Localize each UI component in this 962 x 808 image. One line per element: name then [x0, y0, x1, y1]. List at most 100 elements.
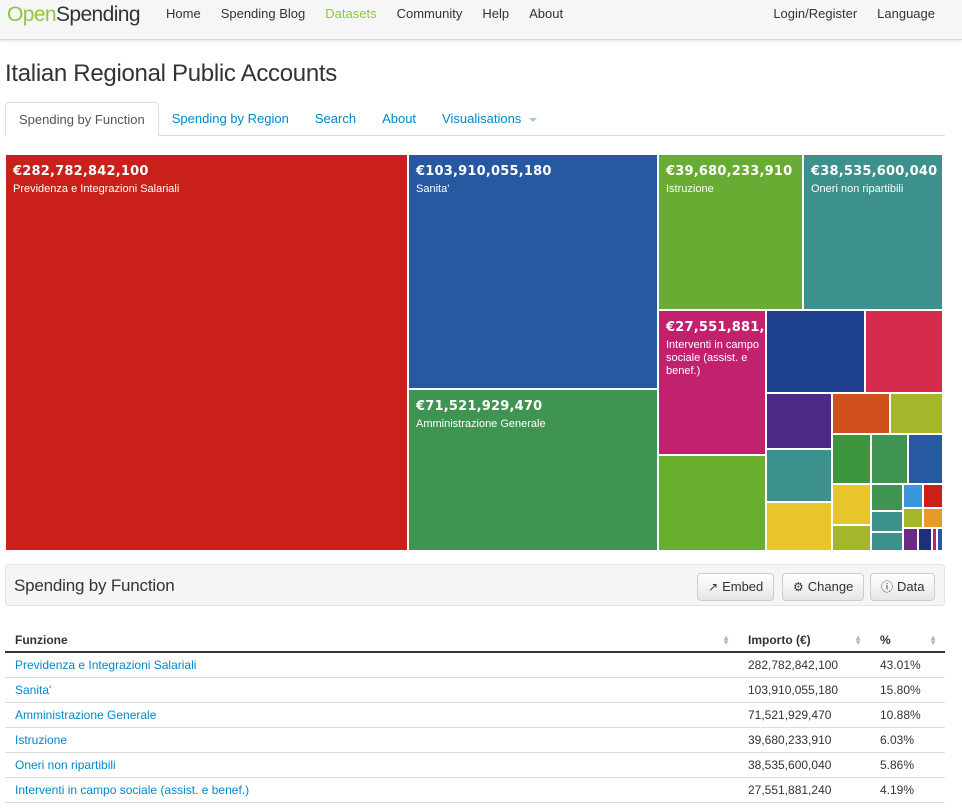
col-header-funzione-label: Funzione	[15, 632, 68, 647]
treemap-cell[interactable]: €103,910,055,180 Sanita'	[408, 154, 658, 389]
nav-links: Home Spending Blog Datasets Community He…	[156, 0, 573, 40]
treemap-cell[interactable]	[658, 455, 766, 551]
treemap-cell[interactable]: €27,551,881,240 Interventi in campo socia…	[658, 310, 766, 455]
funzione-link[interactable]: Istruzione	[15, 733, 67, 747]
treemap-cell[interactable]	[766, 502, 832, 551]
col-header-percent[interactable]: % ▲ ▼	[870, 628, 945, 653]
embed-button-label: Embed	[722, 579, 764, 594]
tab-about[interactable]: About	[369, 102, 429, 135]
spending-table: Funzione ▲ ▼ Importo (€) ▲ ▼ % ▲ ▼ Previdenza …	[5, 628, 945, 803]
tab-spending-by-region[interactable]: Spending by Region	[159, 102, 302, 135]
treemap-cell-amount: €39,680,233,910	[666, 164, 793, 179]
treemap-cell[interactable]: €38,535,600,040 Oneri non ripartibili	[803, 154, 943, 310]
treemap-cell[interactable]	[923, 508, 943, 528]
treemap-cell[interactable]	[766, 310, 865, 393]
col-header-importo[interactable]: Importo (€) ▲ ▼	[738, 628, 870, 653]
openspending-logo[interactable]: OpenSpending	[7, 3, 141, 27]
treemap-cell[interactable]	[937, 528, 943, 551]
funzione-link[interactable]: Amministrazione Generale	[15, 708, 156, 722]
tab-spending-by-function[interactable]: Spending by Function	[5, 102, 159, 137]
treemap-cell-label: Istruzione	[666, 183, 714, 195]
brand-open: Open	[7, 3, 57, 26]
treemap-cell-label: Oneri non ripartibili	[811, 183, 904, 195]
brand-spending: Spending	[55, 3, 141, 26]
treemap-cell[interactable]	[766, 393, 832, 449]
table-header-row: Funzione ▲ ▼ Importo (€) ▲ ▼ % ▲ ▼	[5, 628, 945, 653]
importo-cell: 103,910,055,180	[738, 677, 870, 703]
nav-spending-blog[interactable]: Spending Blog	[211, 0, 316, 40]
nav-community[interactable]: Community	[387, 0, 473, 40]
treemap-cell[interactable]	[832, 434, 871, 484]
embed-button[interactable]: ↗ Embed	[697, 573, 775, 601]
funzione-cell: Previdenza e Integrazioni Salariali	[5, 652, 738, 678]
percent-cell: 4.19%	[870, 777, 945, 803]
treemap-cell[interactable]	[871, 532, 903, 551]
col-header-importo-label: Importo (€)	[748, 632, 811, 647]
data-button-label: Data	[897, 579, 925, 594]
col-header-funzione[interactable]: Funzione ▲ ▼	[5, 628, 738, 653]
treemap-cell[interactable]	[890, 393, 943, 434]
funzione-link[interactable]: Oneri non ripartibili	[15, 758, 116, 772]
table-row: Istruzione 39,680,233,910 6.03%	[5, 727, 945, 753]
nav-help[interactable]: Help	[472, 0, 519, 40]
funzione-cell: Sanita'	[5, 677, 738, 703]
treemap-cell[interactable]: €39,680,233,910 Istruzione	[658, 154, 803, 310]
treemap-cell[interactable]	[918, 528, 932, 551]
nav-home[interactable]: Home	[156, 0, 211, 40]
table-row: Previdenza e Integrazioni Salariali 282,…	[5, 652, 945, 678]
treemap-cell[interactable]	[832, 393, 890, 434]
tab-visualisations-label: Visualisations	[442, 111, 522, 126]
treemap-cell[interactable]: €71,521,929,470 Amministrazione Generale	[408, 389, 658, 551]
sort-icon: ▲ ▼	[929, 633, 937, 647]
info-icon: ⓘ	[881, 580, 894, 594]
treemap-cell[interactable]	[832, 484, 871, 525]
table-row: Oneri non ripartibili 38,535,600,040 5.8…	[5, 752, 945, 778]
table-row: Sanita' 103,910,055,180 15.80%	[5, 677, 945, 703]
data-button[interactable]: ⓘ Data	[870, 573, 936, 601]
treemap-cell[interactable]	[865, 310, 943, 393]
change-button-label: Change	[807, 579, 854, 594]
nav-login-register[interactable]: Login/Register	[763, 0, 867, 40]
treemap-cell-label: Amministrazione Generale	[416, 418, 546, 430]
treemap-cell-amount: €38,535,600,040	[811, 164, 938, 179]
percent-cell: 43.01%	[870, 652, 945, 678]
tab-visualisations[interactable]: Visualisations	[429, 102, 550, 135]
funzione-link[interactable]: Sanita'	[15, 683, 51, 697]
importo-cell: 282,782,842,100	[738, 652, 870, 678]
funzione-cell: Istruzione	[5, 727, 738, 753]
nav-language[interactable]: Language	[867, 0, 945, 40]
funzione-link[interactable]: Interventi in campo sociale (assist. e b…	[15, 783, 249, 797]
treemap-cell[interactable]	[923, 484, 943, 508]
funzione-link[interactable]: Previdenza e Integrazioni Salariali	[15, 658, 196, 672]
treemap-cell[interactable]	[908, 434, 943, 484]
change-button[interactable]: ⚙ Change	[782, 573, 865, 601]
nav-about[interactable]: About	[519, 0, 573, 40]
sort-icon: ▲ ▼	[722, 633, 730, 647]
percent-cell: 5.86%	[870, 752, 945, 778]
percent-cell: 6.03%	[870, 727, 945, 753]
sort-icon: ▲ ▼	[854, 633, 862, 647]
treemap-cell[interactable]: €282,782,842,100 Previdenza e Integrazion…	[5, 154, 408, 551]
funzione-cell: Oneri non ripartibili	[5, 752, 738, 778]
treemap-cell[interactable]	[832, 525, 871, 551]
treemap-cell[interactable]	[903, 528, 918, 551]
treemap-cell-amount: €282,782,842,100	[13, 164, 149, 179]
visualisation-toolbar: Spending by Function ↗ Embed ⚙ Change ⓘ Dat…	[5, 564, 945, 606]
percent-cell: 15.80%	[870, 677, 945, 703]
treemap-cell[interactable]	[903, 508, 923, 528]
treemap-cell-amount: €103,910,055,180	[416, 164, 552, 179]
treemap-cell-label: Previdenza e Integrazioni Salariali	[13, 183, 180, 195]
treemap-cell[interactable]	[871, 484, 903, 511]
chevron-down-icon	[529, 117, 538, 122]
dataset-tabs: Spending by Function Spending by Region …	[5, 102, 945, 137]
treemap-cell-amount: €27,551,881,240	[666, 320, 765, 335]
treemap-cell[interactable]	[871, 511, 903, 532]
nav-datasets[interactable]: Datasets	[315, 0, 386, 40]
tab-search[interactable]: Search	[302, 102, 369, 135]
treemap-cell[interactable]	[766, 449, 832, 502]
treemap-cell[interactable]	[903, 484, 923, 508]
treemap-cell[interactable]	[871, 434, 908, 484]
funzione-cell: Interventi in campo sociale (assist. e b…	[5, 777, 738, 803]
table-row: Interventi in campo sociale (assist. e b…	[5, 777, 945, 803]
share-icon: ↗	[708, 580, 719, 594]
